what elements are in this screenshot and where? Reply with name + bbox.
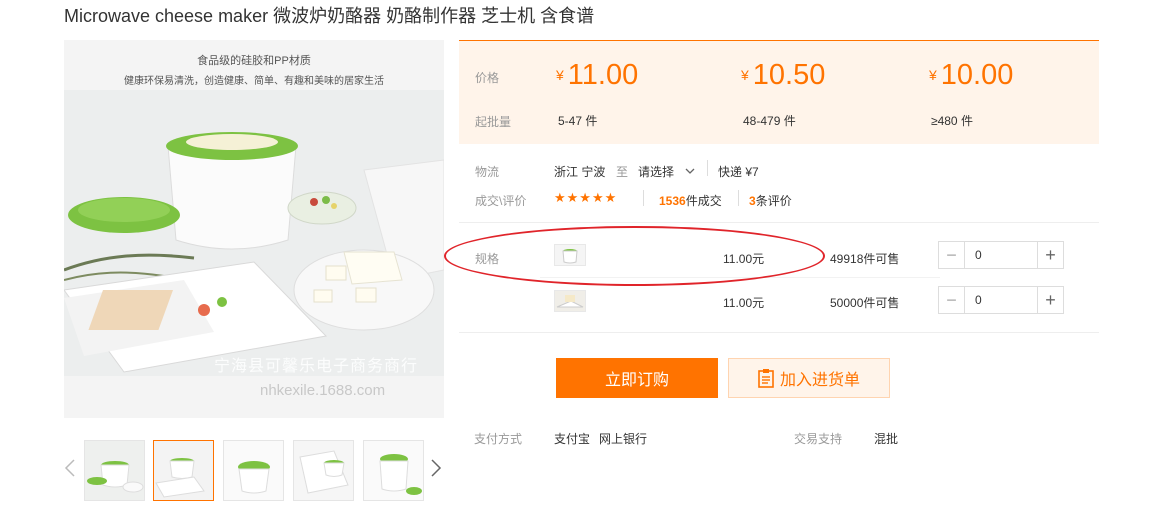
thumbnail-5[interactable]: [363, 440, 424, 501]
order-now-button[interactable]: 立即订购: [556, 358, 718, 398]
sku-1-stock: 49918件可售: [830, 252, 900, 266]
main-product-image[interactable]: 食品级的硅胶和PP材质 健康环保易清洗，创造健康、简单、有趣和美味的居家生活 宁: [64, 40, 444, 418]
tier-2-price: ¥10.50: [741, 59, 826, 91]
logistics-label: 物流: [475, 165, 500, 179]
price-label: 价格: [475, 71, 500, 85]
divider: [707, 160, 708, 176]
tier-3-price: ¥10.00: [929, 59, 1014, 91]
sku-2-quantity-stepper: − +: [938, 286, 1064, 314]
sku-2-stock: 50000件可售: [830, 296, 900, 310]
payment-alipay: 支付宝: [554, 432, 591, 446]
moq-label: 起批量: [475, 115, 512, 129]
plus-icon[interactable]: +: [1037, 287, 1063, 313]
shipping-fee: 快递 ¥7: [718, 165, 759, 179]
thumbnail-4[interactable]: [293, 440, 354, 501]
logistics-from: 浙江 宁波: [554, 165, 606, 179]
divider: [738, 190, 739, 206]
chevron-down-icon: [685, 164, 695, 178]
tier-1-range: 5-47 件: [558, 114, 598, 128]
sku-2-quantity-input[interactable]: [965, 287, 1037, 313]
payment-online-bank: 网上银行: [599, 432, 648, 446]
trade-support-label: 交易支持: [794, 432, 843, 446]
plus-icon[interactable]: +: [1037, 242, 1063, 268]
thumbnail-2[interactable]: [153, 440, 214, 501]
sku-1-quantity-stepper: − +: [938, 241, 1064, 269]
payment-label: 支付方式: [474, 432, 523, 446]
tier-1-price: ¥11.00: [556, 59, 639, 91]
divider: [643, 190, 644, 206]
product-title: Microwave cheese maker 微波炉奶酪器 奶酪制作器 芝士机 …: [64, 6, 595, 26]
thumbnail-strip: [64, 438, 444, 504]
shop-watermark: 宁海县可馨乐电子商务商行: [214, 358, 419, 375]
clipboard-icon: [758, 368, 774, 388]
sku-1-quantity-input[interactable]: [965, 242, 1037, 268]
price-panel: 价格 起批量 ¥11.00 ¥10.50 ¥10.00 5-47 件 48-47…: [459, 40, 1099, 144]
thumbnail-1[interactable]: [84, 440, 145, 501]
tier-2-range: 48-479 件: [743, 114, 796, 128]
sku-image-2[interactable]: [554, 290, 586, 312]
trade-support-value: 混批: [874, 432, 899, 446]
add-to-cart-button[interactable]: 加入进货单: [728, 358, 890, 398]
sku-2-price: 11.00元: [723, 296, 765, 310]
review-count[interactable]: 3条评价: [749, 192, 792, 209]
rating-stars: ★★★★★: [554, 190, 618, 205]
destination-select[interactable]: 请选择: [638, 163, 695, 180]
reviews-label: 成交\评价: [475, 194, 527, 208]
minus-icon[interactable]: −: [939, 242, 965, 268]
section-divider: [459, 332, 1099, 333]
thumbnail-3[interactable]: [223, 440, 284, 501]
section-divider: [459, 222, 1099, 223]
deals-count[interactable]: 1536件成交: [659, 192, 722, 209]
chevron-left-icon[interactable]: [64, 458, 76, 484]
url-watermark: nhkexile.1688.com: [260, 382, 386, 399]
highlight-oval: [444, 226, 825, 286]
chevron-right-icon[interactable]: [430, 458, 442, 484]
logistics-to-word: 至: [616, 165, 629, 179]
minus-icon[interactable]: −: [939, 287, 965, 313]
tier-3-range: ≥480 件: [931, 114, 973, 128]
